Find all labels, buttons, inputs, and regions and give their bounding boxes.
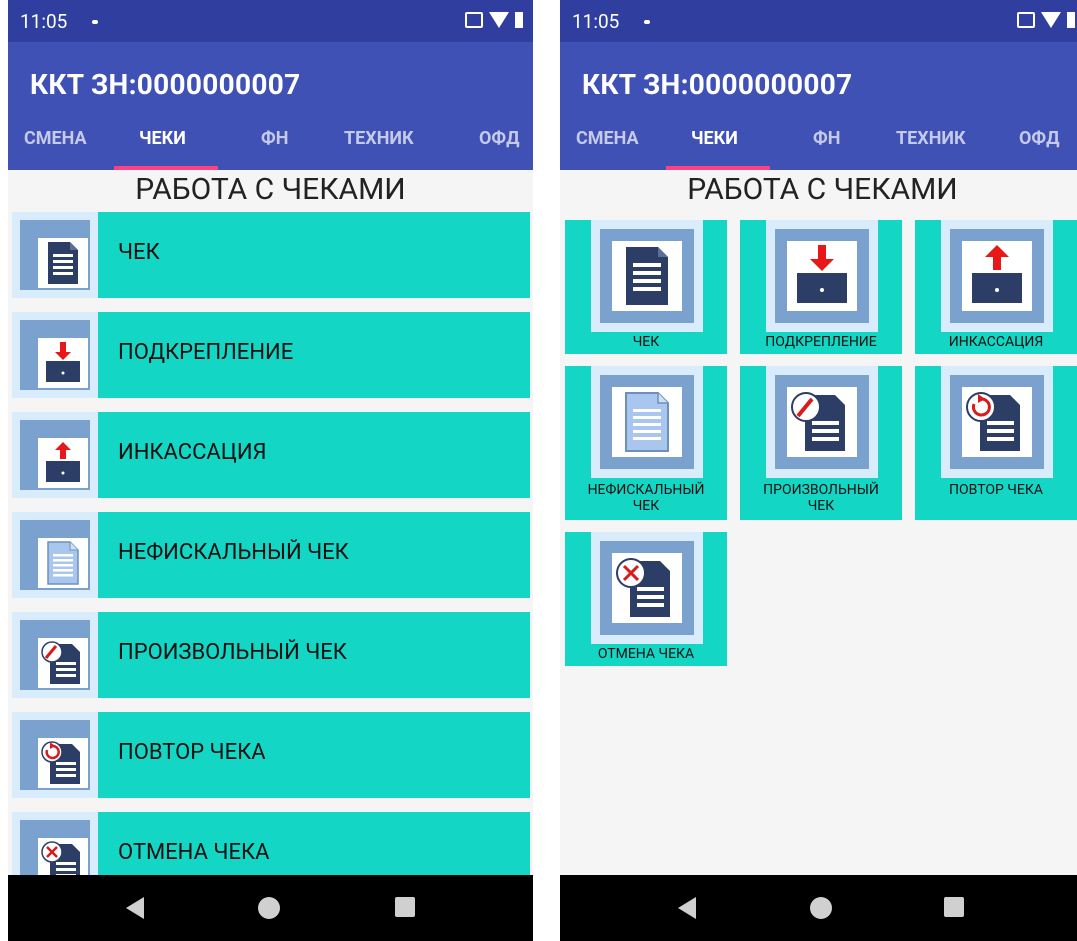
system-navigation-bar (8, 875, 533, 941)
notification-dot-icon (644, 20, 650, 24)
tab-bar: СМЕНА ЧЕКИ ФН ТЕХНИК ОФД (560, 114, 1077, 170)
cash-in-icon (38, 338, 88, 388)
list-item-podkreplenie[interactable]: ПОДКРЕПЛЕНИЕ (12, 312, 530, 398)
app-bar: ККТ ЗН:0000000007 СМЕНА ЧЕКИ ФН ТЕХНИК О… (560, 42, 1077, 170)
grid-tile-inkassaciya[interactable]: ИНКАССАЦИЯ (915, 220, 1077, 354)
grid-tile-label: ЧЕК (632, 334, 660, 350)
tab-cheki[interactable]: ЧЕКИ (691, 128, 738, 149)
list-item-label: ПРОИЗВОЛЬНЫЙ ЧЕК (118, 640, 347, 665)
repeat-receipt-icon (962, 387, 1032, 457)
page-title: РАБОТА С ЧЕКАМИ (135, 172, 406, 207)
list-item-povtor-cheka[interactable]: ПОВТОР ЧЕКА (12, 712, 530, 798)
receipt-icon (38, 238, 88, 288)
list-item-label: ПОДКРЕПЛЕНИЕ (118, 340, 294, 365)
grid-tile-chek[interactable]: ЧЕК (565, 220, 727, 354)
phone-list-view: 11:05 ККТ ЗН:0000000007 СМЕНА ЧЕКИ ФН ТЕ… (8, 0, 533, 941)
grid-tile-otmena-cheka[interactable]: ОТМЕНА ЧЕКА (565, 532, 727, 666)
page-title: РАБОТА С ЧЕКАМИ (687, 172, 958, 207)
tab-bar: СМЕНА ЧЕКИ ФН ТЕХНИК ОФД (8, 114, 533, 170)
home-icon[interactable] (258, 897, 280, 919)
tab-smena[interactable]: СМЕНА (576, 128, 639, 149)
recent-apps-icon[interactable] (944, 897, 964, 917)
custom-receipt-icon (38, 638, 88, 688)
status-time: 11:05 (572, 10, 620, 33)
grid-tile-podkreplenie[interactable]: ПОДКРЕПЛЕНИЕ (740, 220, 902, 354)
tab-fn[interactable]: ФН (813, 128, 840, 149)
nonfiscal-receipt-icon (38, 538, 88, 588)
tab-ofd[interactable]: ОФД (1019, 128, 1060, 149)
cast-icon (1017, 12, 1035, 28)
wifi-icon (489, 12, 509, 28)
phone-grid-view: 11:05 ККТ ЗН:0000000007 СМЕНА ЧЕКИ ФН ТЕ… (560, 0, 1077, 941)
grid-tile-proizvolnyi-chek[interactable]: ПРОИЗВОЛЬНЫЙ ЧЕК (740, 366, 902, 520)
grid-tile-label: ПОДКРЕПЛЕНИЕ (765, 334, 877, 350)
tab-tehnik[interactable]: ТЕХНИК (896, 128, 966, 149)
status-bar: 11:05 (8, 0, 533, 42)
tab-fn[interactable]: ФН (261, 128, 288, 149)
active-tab-indicator (666, 166, 770, 170)
list-item-label: ОТМЕНА ЧЕКА (118, 840, 270, 865)
back-icon[interactable] (126, 897, 144, 919)
list-item-proizvolnyi-chek[interactable]: ПРОИЗВОЛЬНЫЙ ЧЕК (12, 612, 530, 698)
home-icon[interactable] (810, 897, 832, 919)
list-item-label: ЧЕК (118, 240, 160, 265)
notification-dot-icon (92, 20, 98, 24)
wifi-icon (1041, 12, 1061, 28)
back-icon[interactable] (678, 897, 696, 919)
recent-apps-icon[interactable] (395, 897, 415, 917)
tab-ofd[interactable]: ОФД (479, 128, 520, 149)
tab-tehnik[interactable]: ТЕХНИК (344, 128, 414, 149)
grid-tile-nefiskalnyi-chek[interactable]: НЕФИСКАЛЬНЫЙ ЧЕК (565, 366, 727, 520)
list-item-chek[interactable]: ЧЕК (12, 212, 530, 298)
cast-icon (465, 12, 483, 28)
list-item-label: НЕФИСКАЛЬНЫЙ ЧЕК (118, 540, 349, 565)
tab-smena[interactable]: СМЕНА (24, 128, 87, 149)
tab-cheki[interactable]: ЧЕКИ (139, 128, 186, 149)
battery-icon (1067, 12, 1075, 28)
app-bar: ККТ ЗН:0000000007 СМЕНА ЧЕКИ ФН ТЕХНИК О… (8, 42, 533, 170)
cash-out-icon (38, 438, 88, 488)
grid-tile-label: ИНКАССАЦИЯ (948, 334, 1044, 350)
cash-out-icon (962, 241, 1032, 311)
list-item-label: ИНКАССАЦИЯ (118, 440, 267, 465)
cash-in-icon (787, 241, 857, 311)
list-item-nefiskalnyi-chek[interactable]: НЕФИСКАЛЬНЫЙ ЧЕК (12, 512, 530, 598)
status-time: 11:05 (20, 10, 68, 33)
grid-tile-label: ОТМЕНА ЧЕКА (597, 646, 695, 662)
cancel-receipt-icon (612, 553, 682, 623)
status-bar: 11:05 (560, 0, 1077, 42)
battery-icon (515, 12, 523, 28)
system-navigation-bar (560, 875, 1077, 941)
custom-receipt-icon (787, 387, 857, 457)
repeat-receipt-icon (38, 738, 88, 788)
receipt-icon (612, 241, 682, 311)
app-title: ККТ ЗН:0000000007 (30, 68, 301, 101)
app-title: ККТ ЗН:0000000007 (582, 68, 853, 101)
grid-tile-label: ПОВТОР ЧЕКА (949, 482, 1043, 498)
list-item-label: ПОВТОР ЧЕКА (118, 740, 266, 765)
list-item-inkassaciya[interactable]: ИНКАССАЦИЯ (12, 412, 530, 498)
nonfiscal-receipt-icon (612, 387, 682, 457)
grid-tile-label: ПРОИЗВОЛЬНЫЙ ЧЕК (763, 482, 879, 514)
grid-tile-label: НЕФИСКАЛЬНЫЙ ЧЕК (587, 482, 705, 514)
active-tab-indicator (114, 166, 218, 170)
grid-tile-povtor-cheka[interactable]: ПОВТОР ЧЕКА (915, 366, 1077, 520)
